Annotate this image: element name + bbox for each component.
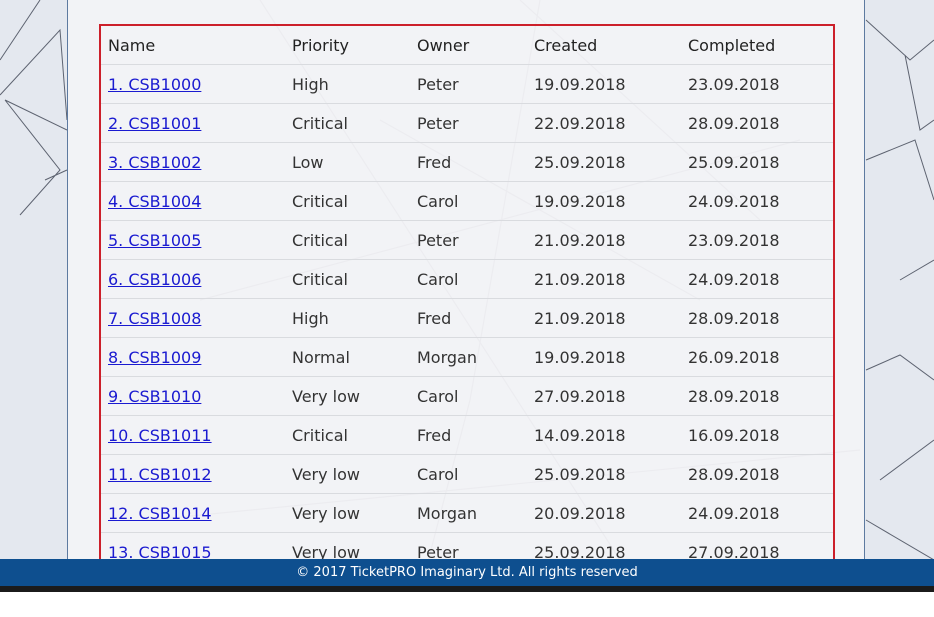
cell-name: 12. CSB1014: [101, 493, 285, 533]
cell-completed: 28.09.2018: [681, 376, 833, 416]
cell-priority: Critical: [285, 220, 410, 260]
cell-owner: Morgan: [410, 337, 527, 377]
cell-name: 1. CSB1000: [101, 64, 285, 104]
ticket-link[interactable]: 2. CSB1001: [108, 114, 201, 133]
cell-name: 5. CSB1005: [101, 220, 285, 260]
cell-owner: Fred: [410, 142, 527, 182]
cell-name: 9. CSB1010: [101, 376, 285, 416]
cell-name: 2. CSB1001: [101, 103, 285, 143]
cell-owner: Carol: [410, 181, 527, 221]
cell-owner: Carol: [410, 376, 527, 416]
ticket-link[interactable]: 7. CSB1008: [108, 309, 201, 328]
cell-name: 6. CSB1006: [101, 259, 285, 299]
cell-name: 3. CSB1002: [101, 142, 285, 182]
ticket-link[interactable]: 4. CSB1004: [108, 192, 201, 211]
cell-owner: Carol: [410, 259, 527, 299]
cell-completed: 24.09.2018: [681, 259, 833, 299]
tickets-table-container: Name Priority Owner Created Completed 1.…: [99, 24, 835, 592]
ticket-link[interactable]: 5. CSB1005: [108, 231, 201, 250]
cell-owner: Peter: [410, 220, 527, 260]
footer-strip: [0, 586, 934, 592]
cell-created: 19.09.2018: [527, 64, 681, 104]
cell-created: 19.09.2018: [527, 337, 681, 377]
cell-owner: Fred: [410, 298, 527, 338]
cell-name: 7. CSB1008: [101, 298, 285, 338]
table-row: 5. CSB1005 Critical Peter 21.09.2018 23.09.2…: [101, 220, 833, 260]
cell-completed: 28.09.2018: [681, 103, 833, 143]
cell-name: 8. CSB1009: [101, 337, 285, 377]
cell-created: 14.09.2018: [527, 415, 681, 455]
cell-priority: Low: [285, 142, 410, 182]
cell-name: 11. CSB1012: [101, 454, 285, 494]
table-row: 8. CSB1009 Normal Morgan 19.09.2018 26.09.20…: [101, 337, 833, 377]
cell-priority: High: [285, 64, 410, 104]
table-header-row: Name Priority Owner Created Completed: [101, 26, 833, 65]
cell-owner: Fred: [410, 415, 527, 455]
cell-name: 10. CSB1011: [101, 415, 285, 455]
table-row: 10. CSB1011 Critical Fred 14.09.2018 16.09.2…: [101, 415, 833, 455]
copyright-text: © 2017 TicketPRO Imaginary Ltd. All righ…: [296, 565, 638, 580]
cell-created: 21.09.2018: [527, 220, 681, 260]
cell-priority: Critical: [285, 181, 410, 221]
cell-created: 25.09.2018: [527, 142, 681, 182]
column-header-name[interactable]: Name: [101, 26, 285, 65]
table-row: 9. CSB1010 Very low Carol 27.09.2018 28.09.2…: [101, 376, 833, 416]
cell-name: 4. CSB1004: [101, 181, 285, 221]
tickets-table: Name Priority Owner Created Completed 1.…: [101, 26, 833, 572]
cell-created: 22.09.2018: [527, 103, 681, 143]
column-header-completed[interactable]: Completed: [681, 26, 833, 65]
cell-completed: 24.09.2018: [681, 181, 833, 221]
ticket-link[interactable]: 10. CSB1011: [108, 426, 212, 445]
cell-priority: Normal: [285, 337, 410, 377]
cell-created: 25.09.2018: [527, 454, 681, 494]
ticket-link[interactable]: 3. CSB1002: [108, 153, 201, 172]
cell-completed: 28.09.2018: [681, 454, 833, 494]
table-row: 7. CSB1008 High Fred 21.09.2018 28.09.2018: [101, 298, 833, 338]
cell-priority: Very low: [285, 493, 410, 533]
cell-created: 20.09.2018: [527, 493, 681, 533]
ticket-link[interactable]: 6. CSB1006: [108, 270, 201, 289]
cell-completed: 16.09.2018: [681, 415, 833, 455]
table-row: 3. CSB1002 Low Fred 25.09.2018 25.09.2018: [101, 142, 833, 182]
cell-owner: Peter: [410, 103, 527, 143]
table-row: 12. CSB1014 Very low Morgan 20.09.2018 24.09…: [101, 493, 833, 533]
ticket-link[interactable]: 11. CSB1012: [108, 465, 212, 484]
ticket-link[interactable]: 1. CSB1000: [108, 75, 201, 94]
ticket-link[interactable]: 8. CSB1009: [108, 348, 201, 367]
column-header-owner[interactable]: Owner: [410, 26, 527, 65]
cell-completed: 28.09.2018: [681, 298, 833, 338]
cell-created: 19.09.2018: [527, 181, 681, 221]
ticket-link[interactable]: 9. CSB1010: [108, 387, 201, 406]
cell-owner: Carol: [410, 454, 527, 494]
table-row: 2. CSB1001 Critical Peter 22.09.2018 28.09.2…: [101, 103, 833, 143]
table-body: 1. CSB1000 High Peter 19.09.2018 23.09.2018 2…: [101, 64, 833, 572]
cell-priority: Critical: [285, 415, 410, 455]
page-footer: © 2017 TicketPRO Imaginary Ltd. All righ…: [0, 559, 934, 586]
cell-owner: Peter: [410, 64, 527, 104]
cell-priority: Critical: [285, 103, 410, 143]
column-header-created[interactable]: Created: [527, 26, 681, 65]
cell-created: 21.09.2018: [527, 298, 681, 338]
table-row: 6. CSB1006 Critical Carol 21.09.2018 24.09.2…: [101, 259, 833, 299]
cell-completed: 23.09.2018: [681, 64, 833, 104]
table-row: 4. CSB1004 Critical Carol 19.09.2018 24.09.2…: [101, 181, 833, 221]
cell-created: 27.09.2018: [527, 376, 681, 416]
ticket-link[interactable]: 12. CSB1014: [108, 504, 212, 523]
cell-completed: 26.09.2018: [681, 337, 833, 377]
cell-priority: Critical: [285, 259, 410, 299]
cell-priority: Very low: [285, 454, 410, 494]
cell-priority: High: [285, 298, 410, 338]
cell-completed: 25.09.2018: [681, 142, 833, 182]
cell-created: 21.09.2018: [527, 259, 681, 299]
cell-completed: 24.09.2018: [681, 493, 833, 533]
column-header-priority[interactable]: Priority: [285, 26, 410, 65]
cell-completed: 23.09.2018: [681, 220, 833, 260]
cell-priority: Very low: [285, 376, 410, 416]
table-row: 1. CSB1000 High Peter 19.09.2018 23.09.2018: [101, 64, 833, 104]
cell-owner: Morgan: [410, 493, 527, 533]
table-row: 11. CSB1012 Very low Carol 25.09.2018 28.09.…: [101, 454, 833, 494]
